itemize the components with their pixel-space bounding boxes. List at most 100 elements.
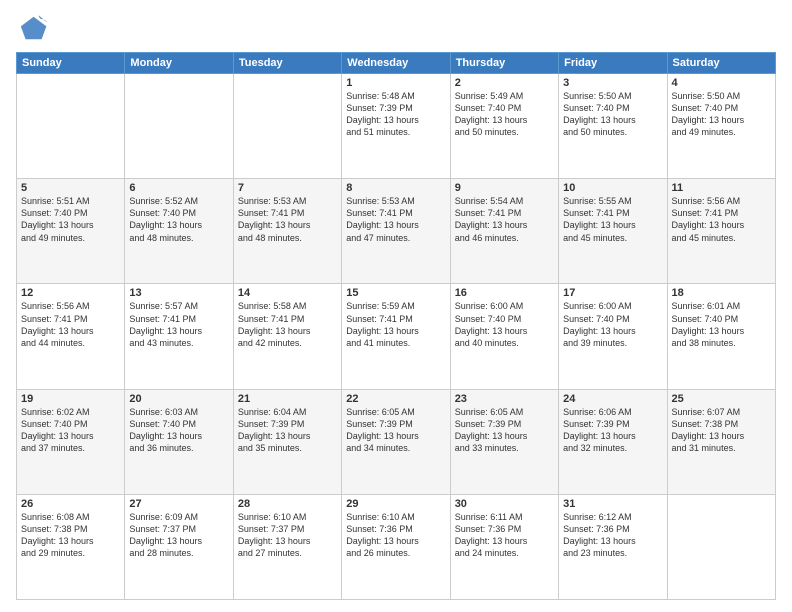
day-number: 4 — [672, 77, 771, 89]
day-info: Sunrise: 5:54 AM Sunset: 7:41 PM Dayligh… — [455, 195, 554, 244]
calendar-week-1: 5Sunrise: 5:51 AM Sunset: 7:40 PM Daylig… — [17, 179, 776, 284]
day-info: Sunrise: 5:57 AM Sunset: 7:41 PM Dayligh… — [129, 300, 228, 349]
day-info: Sunrise: 6:05 AM Sunset: 7:39 PM Dayligh… — [346, 406, 445, 455]
day-info: Sunrise: 5:56 AM Sunset: 7:41 PM Dayligh… — [672, 195, 771, 244]
day-number: 19 — [21, 393, 120, 405]
calendar-cell: 22Sunrise: 6:05 AM Sunset: 7:39 PM Dayli… — [342, 389, 450, 494]
day-number: 9 — [455, 182, 554, 194]
day-number: 13 — [129, 287, 228, 299]
logo-icon — [16, 12, 48, 44]
day-info: Sunrise: 6:00 AM Sunset: 7:40 PM Dayligh… — [563, 300, 662, 349]
calendar-cell: 19Sunrise: 6:02 AM Sunset: 7:40 PM Dayli… — [17, 389, 125, 494]
day-info: Sunrise: 6:03 AM Sunset: 7:40 PM Dayligh… — [129, 406, 228, 455]
day-number: 23 — [455, 393, 554, 405]
calendar-cell — [667, 494, 775, 599]
day-info: Sunrise: 5:52 AM Sunset: 7:40 PM Dayligh… — [129, 195, 228, 244]
calendar-cell — [17, 74, 125, 179]
day-number: 5 — [21, 182, 120, 194]
day-number: 20 — [129, 393, 228, 405]
calendar-cell: 13Sunrise: 5:57 AM Sunset: 7:41 PM Dayli… — [125, 284, 233, 389]
page: SundayMondayTuesdayWednesdayThursdayFrid… — [0, 0, 792, 612]
day-number: 6 — [129, 182, 228, 194]
day-info: Sunrise: 6:02 AM Sunset: 7:40 PM Dayligh… — [21, 406, 120, 455]
day-number: 11 — [672, 182, 771, 194]
day-number: 12 — [21, 287, 120, 299]
logo — [16, 12, 52, 44]
calendar-cell: 5Sunrise: 5:51 AM Sunset: 7:40 PM Daylig… — [17, 179, 125, 284]
calendar-cell: 26Sunrise: 6:08 AM Sunset: 7:38 PM Dayli… — [17, 494, 125, 599]
calendar-cell: 31Sunrise: 6:12 AM Sunset: 7:36 PM Dayli… — [559, 494, 667, 599]
calendar-header-saturday: Saturday — [667, 53, 775, 74]
day-number: 16 — [455, 287, 554, 299]
day-number: 31 — [563, 498, 662, 510]
calendar-cell: 6Sunrise: 5:52 AM Sunset: 7:40 PM Daylig… — [125, 179, 233, 284]
calendar-cell: 21Sunrise: 6:04 AM Sunset: 7:39 PM Dayli… — [233, 389, 341, 494]
calendar-header-row: SundayMondayTuesdayWednesdayThursdayFrid… — [17, 53, 776, 74]
day-number: 8 — [346, 182, 445, 194]
calendar-cell: 2Sunrise: 5:49 AM Sunset: 7:40 PM Daylig… — [450, 74, 558, 179]
calendar-header-thursday: Thursday — [450, 53, 558, 74]
calendar-header-wednesday: Wednesday — [342, 53, 450, 74]
day-number: 18 — [672, 287, 771, 299]
calendar-cell: 14Sunrise: 5:58 AM Sunset: 7:41 PM Dayli… — [233, 284, 341, 389]
day-number: 21 — [238, 393, 337, 405]
calendar-week-4: 26Sunrise: 6:08 AM Sunset: 7:38 PM Dayli… — [17, 494, 776, 599]
day-number: 1 — [346, 77, 445, 89]
calendar-week-0: 1Sunrise: 5:48 AM Sunset: 7:39 PM Daylig… — [17, 74, 776, 179]
calendar-header-sunday: Sunday — [17, 53, 125, 74]
day-number: 15 — [346, 287, 445, 299]
calendar-cell: 29Sunrise: 6:10 AM Sunset: 7:36 PM Dayli… — [342, 494, 450, 599]
day-number: 29 — [346, 498, 445, 510]
day-number: 25 — [672, 393, 771, 405]
day-info: Sunrise: 5:51 AM Sunset: 7:40 PM Dayligh… — [21, 195, 120, 244]
calendar-week-3: 19Sunrise: 6:02 AM Sunset: 7:40 PM Dayli… — [17, 389, 776, 494]
calendar-cell: 23Sunrise: 6:05 AM Sunset: 7:39 PM Dayli… — [450, 389, 558, 494]
day-info: Sunrise: 6:05 AM Sunset: 7:39 PM Dayligh… — [455, 406, 554, 455]
calendar-cell: 18Sunrise: 6:01 AM Sunset: 7:40 PM Dayli… — [667, 284, 775, 389]
calendar-cell: 10Sunrise: 5:55 AM Sunset: 7:41 PM Dayli… — [559, 179, 667, 284]
day-info: Sunrise: 5:53 AM Sunset: 7:41 PM Dayligh… — [238, 195, 337, 244]
day-number: 27 — [129, 498, 228, 510]
calendar-cell: 20Sunrise: 6:03 AM Sunset: 7:40 PM Dayli… — [125, 389, 233, 494]
day-info: Sunrise: 6:01 AM Sunset: 7:40 PM Dayligh… — [672, 300, 771, 349]
day-info: Sunrise: 6:09 AM Sunset: 7:37 PM Dayligh… — [129, 511, 228, 560]
day-number: 17 — [563, 287, 662, 299]
day-number: 7 — [238, 182, 337, 194]
calendar-cell — [125, 74, 233, 179]
header — [16, 12, 776, 44]
day-info: Sunrise: 6:06 AM Sunset: 7:39 PM Dayligh… — [563, 406, 662, 455]
day-info: Sunrise: 5:56 AM Sunset: 7:41 PM Dayligh… — [21, 300, 120, 349]
calendar-cell: 27Sunrise: 6:09 AM Sunset: 7:37 PM Dayli… — [125, 494, 233, 599]
day-info: Sunrise: 5:53 AM Sunset: 7:41 PM Dayligh… — [346, 195, 445, 244]
day-number: 30 — [455, 498, 554, 510]
calendar-cell: 11Sunrise: 5:56 AM Sunset: 7:41 PM Dayli… — [667, 179, 775, 284]
day-number: 28 — [238, 498, 337, 510]
calendar-cell: 30Sunrise: 6:11 AM Sunset: 7:36 PM Dayli… — [450, 494, 558, 599]
day-info: Sunrise: 6:04 AM Sunset: 7:39 PM Dayligh… — [238, 406, 337, 455]
day-number: 3 — [563, 77, 662, 89]
calendar-cell: 3Sunrise: 5:50 AM Sunset: 7:40 PM Daylig… — [559, 74, 667, 179]
calendar-cell: 15Sunrise: 5:59 AM Sunset: 7:41 PM Dayli… — [342, 284, 450, 389]
day-info: Sunrise: 6:10 AM Sunset: 7:36 PM Dayligh… — [346, 511, 445, 560]
calendar-header-tuesday: Tuesday — [233, 53, 341, 74]
day-info: Sunrise: 6:12 AM Sunset: 7:36 PM Dayligh… — [563, 511, 662, 560]
day-number: 10 — [563, 182, 662, 194]
day-info: Sunrise: 5:48 AM Sunset: 7:39 PM Dayligh… — [346, 90, 445, 139]
calendar-cell: 9Sunrise: 5:54 AM Sunset: 7:41 PM Daylig… — [450, 179, 558, 284]
calendar-cell: 12Sunrise: 5:56 AM Sunset: 7:41 PM Dayli… — [17, 284, 125, 389]
calendar-cell — [233, 74, 341, 179]
calendar-cell: 8Sunrise: 5:53 AM Sunset: 7:41 PM Daylig… — [342, 179, 450, 284]
day-number: 2 — [455, 77, 554, 89]
day-info: Sunrise: 6:00 AM Sunset: 7:40 PM Dayligh… — [455, 300, 554, 349]
calendar-header-friday: Friday — [559, 53, 667, 74]
calendar-cell: 7Sunrise: 5:53 AM Sunset: 7:41 PM Daylig… — [233, 179, 341, 284]
calendar-cell: 4Sunrise: 5:50 AM Sunset: 7:40 PM Daylig… — [667, 74, 775, 179]
calendar-cell: 17Sunrise: 6:00 AM Sunset: 7:40 PM Dayli… — [559, 284, 667, 389]
day-info: Sunrise: 5:55 AM Sunset: 7:41 PM Dayligh… — [563, 195, 662, 244]
calendar-cell: 28Sunrise: 6:10 AM Sunset: 7:37 PM Dayli… — [233, 494, 341, 599]
day-number: 26 — [21, 498, 120, 510]
day-info: Sunrise: 6:08 AM Sunset: 7:38 PM Dayligh… — [21, 511, 120, 560]
day-info: Sunrise: 5:50 AM Sunset: 7:40 PM Dayligh… — [563, 90, 662, 139]
calendar-week-2: 12Sunrise: 5:56 AM Sunset: 7:41 PM Dayli… — [17, 284, 776, 389]
day-number: 22 — [346, 393, 445, 405]
